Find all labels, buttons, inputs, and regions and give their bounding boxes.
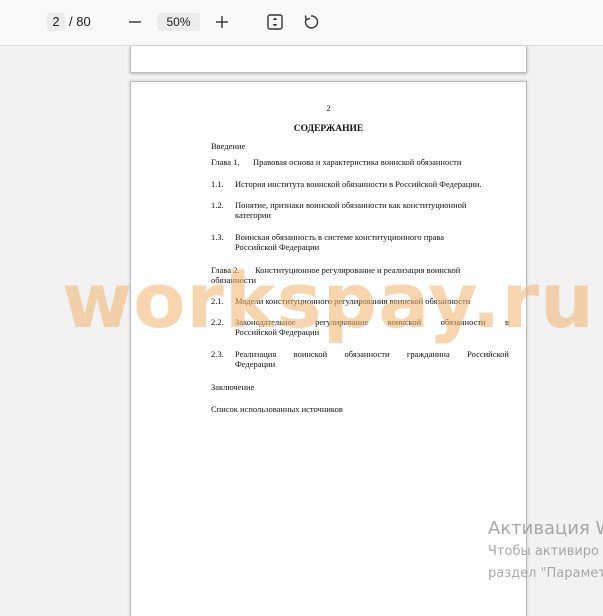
pdf-toolbar: 2 / 80 50% [0,0,603,46]
toc-entry-text-cont: Российской Федерации [235,327,320,337]
toc-entry-number: 2.2. [211,317,224,327]
toc-entry-text: Воинская обязанность в системе конституц… [235,232,445,242]
windows-activation-text: раздел "Парамет [488,566,603,581]
zoom-in-button[interactable] [211,11,233,33]
previous-page [130,46,527,73]
toc-entry-number: Глава 1. [211,157,240,167]
page-total: / 80 [69,14,91,29]
toc-entry-text: История института воинской обязанности в… [235,179,482,189]
fit-page-icon [267,14,283,30]
toc-entry-number: 2.3. [211,349,224,359]
windows-activation-title: Активация W [488,518,603,539]
fit-page-button[interactable] [264,11,286,33]
page-number: 2 [326,104,331,113]
rotate-button[interactable] [300,11,322,33]
toc-entry-text: Правовая основа и характеристика воинско… [253,157,462,167]
toc-entry-number: 1.3. [211,232,224,242]
toc-title: СОДЕРЖАНИЕ [293,124,364,134]
toc-entry-text-cont: категории [235,210,271,220]
page-number-input[interactable]: 2 [47,13,65,31]
zoom-out-button[interactable] [124,11,146,33]
rotate-icon [304,15,319,29]
toc-entry-number: 1.1. [211,179,224,189]
minus-icon [129,21,141,23]
toc-entry-text: Законодательное регулирование воинской о… [235,317,509,327]
document-page: 2 СОДЕРЖАНИЕ Введение Глава 1. Правовая … [130,81,527,616]
toc-entry-text: Понятие, признаки воинской обязанности к… [235,200,467,210]
plus-icon [216,16,228,28]
zoom-level-input[interactable]: 50% [157,13,200,31]
toc-entry-text: Список использованных источников [211,404,343,414]
toc-entry-text-cont: Российской Федерации [235,242,320,252]
toc-entry-text: Введение [211,141,246,151]
toc-entry-text: Заключение [211,382,255,392]
toc-entry-number: 1.2. [211,200,224,210]
windows-activation-text: Чтобы активиро [488,544,600,559]
toc-entry-text: Модели конституционного регулирования во… [235,296,471,306]
toc-entry-number: 2.1. [211,296,224,306]
toc-entry-text: Конституционное регулирование и реализац… [255,265,461,275]
toc-entry-text-cont: Федерации [235,359,276,369]
toc-entry-text-cont: обязанности [211,275,256,285]
toc-entry-number: Глава 2. [211,265,240,275]
toc-entry-text: Реализация воинской обязанности граждани… [235,349,509,359]
